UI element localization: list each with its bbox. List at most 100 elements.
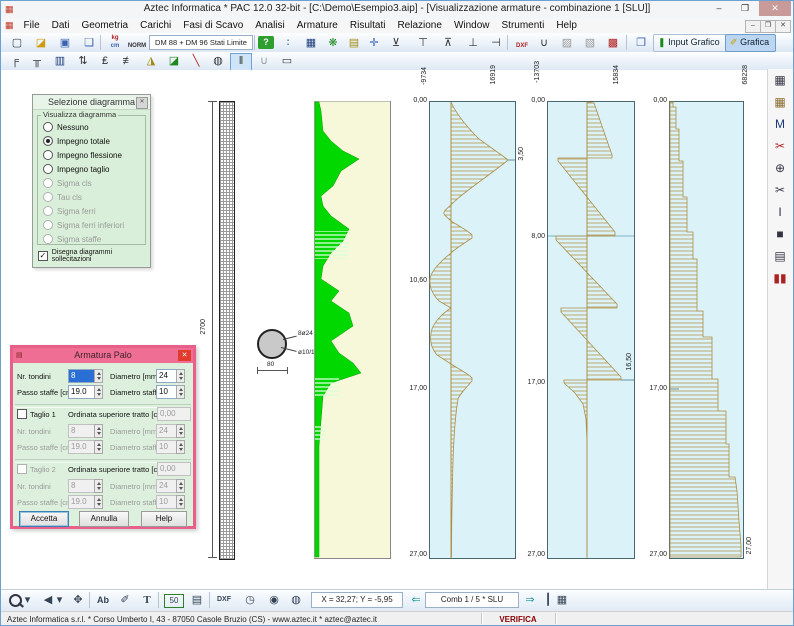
moment-right-icon[interactable]: ≢ [118,53,138,69]
moment-table-icon[interactable]: M [770,115,790,133]
menu-geometria[interactable]: Geometria [75,20,134,31]
radio-impegno-taglio[interactable]: Impegno taglio [43,164,109,174]
pile-top-icon[interactable]: ⊤ [413,35,433,51]
preview-icon[interactable]: ◉ [265,592,283,608]
menu-armature[interactable]: Armature [291,20,344,31]
analysis-help-icon[interactable]: ? [258,36,274,49]
open-file-icon[interactable]: ◪ [31,35,51,51]
u-section-icon[interactable]: ∪ [534,35,554,51]
copy-icon[interactable]: ❏ [79,35,99,51]
diametro-field[interactable]: 24 [156,369,178,383]
passo-staffe-field[interactable]: 19.0 [68,385,96,399]
radio-nessuno[interactable]: Nessuno [43,122,89,132]
web-icon[interactable]: ◍ [287,592,305,608]
annulla-button[interactable]: Annulla [79,511,129,527]
next-combination-icon[interactable]: ⇒ [521,592,539,608]
fill-disabled-icon[interactable]: ■ [770,225,790,243]
menu-help[interactable]: Help [550,20,583,31]
displacement-icon[interactable]: ◪ [164,53,184,69]
stamp-disabled-icon[interactable]: ▤ [770,247,790,265]
pile-points-icon[interactable]: ∶ [278,35,298,51]
moment-left-icon[interactable]: ₤ [95,53,115,69]
hatch-soil-icon[interactable]: ▧ [580,35,600,51]
radio-impegno-flessione[interactable]: Impegno flessione [43,150,122,160]
nr-tondini-field[interactable]: 8 [68,369,96,383]
dxf-export-icon[interactable]: DXF [215,592,233,608]
move-center-icon[interactable]: ⊕ [770,159,790,177]
menu-fasi-di-scavo[interactable]: Fasi di Scavo [177,20,249,31]
soil-pressure-icon[interactable]: ◮ [141,53,161,69]
hatch-delete-icon[interactable]: ▩ [603,35,623,51]
table-grid-icon[interactable]: ▦ [770,71,790,89]
menu-carichi[interactable]: Carichi [134,20,177,31]
circle-section-icon[interactable]: ◍ [208,53,228,69]
pile-elevation-icon[interactable]: ╥ [27,53,47,69]
text-cursor-icon[interactable]: I [770,203,790,221]
colorbars-icon[interactable]: ▮▮ [770,269,790,287]
table-view-icon[interactable]: ▦ [553,592,571,608]
nr-tondini-stepper[interactable] [94,369,103,383]
mdi-minimize-button[interactable]: – [745,20,761,33]
radio-impegno-totale[interactable]: Impegno totale [43,136,110,146]
cut-section-icon[interactable]: ✂ [770,137,790,155]
pan-hand-icon[interactable]: ✥ [69,592,87,608]
panel-close-icon[interactable]: ✕ [136,97,148,109]
taglio1-checkbox[interactable] [17,409,27,419]
input-grafico-button[interactable]: ❚ Input Grafico [653,34,727,52]
soil-layers-icon[interactable]: ▤ [344,35,364,51]
edit-grid-icon[interactable]: ▦ [770,93,790,111]
zoom-icon[interactable] [9,594,22,607]
pile-base-icon[interactable]: ⊥ [463,35,483,51]
history-icon[interactable]: ◷ [241,592,259,608]
combination-selector[interactable]: Comb 1 / 5 * SLU [425,592,519,608]
menu-analisi[interactable]: Analisi [249,20,290,31]
hatch-section-icon[interactable]: ▨ [557,35,577,51]
normative-selector[interactable]: DM 88 + DM 96 Stati Limite [149,35,253,50]
minimize-button[interactable]: – [707,1,731,16]
u-view-icon[interactable]: ∪ [254,53,274,69]
menu-risultati[interactable]: Risultati [344,20,392,31]
maximize-button[interactable]: ❐ [733,1,757,16]
monitor-icon[interactable]: ▭ [277,53,297,69]
cut-disabled-icon[interactable]: ✂ [770,181,790,199]
wall-view-icon[interactable]: ▥ [50,53,70,69]
save-icon[interactable]: ▣ [55,35,75,51]
prev-combination-icon[interactable]: ⇐ [407,592,425,608]
zoom-dropdown-icon[interactable]: ▾ [23,592,32,608]
accetta-button[interactable]: Accetta [19,511,69,527]
brush-icon[interactable]: ✐ [116,592,134,608]
new-file-icon[interactable]: ▢ [7,35,27,51]
dialog-close-icon[interactable]: ✕ [178,350,191,361]
diametro-staffe-field[interactable]: 10 [156,385,178,399]
menu-window[interactable]: Window [448,20,496,31]
help-button[interactable]: Help [141,511,187,527]
close-button[interactable]: ✕ [759,1,791,16]
section-view-icon[interactable]: ╒ [5,53,25,69]
pile-load-icon[interactable]: ⊻ [386,35,406,51]
dialog-title-bar[interactable]: ▤ Armatura Palo ✕ [13,348,193,363]
units-icon[interactable]: kg cm [105,34,125,50]
menu-dati[interactable]: Dati [46,20,76,31]
export-icon[interactable]: ❐ [631,35,651,51]
back-dropdown-icon[interactable]: ▾ [55,592,64,608]
checkbox-disegna-diagrammi[interactable]: ✓ Disegna diagrammi sollecitazioni [38,251,150,261]
reaction-icon[interactable]: ╲ [186,53,206,69]
menu-file[interactable]: File [18,20,46,31]
wall-icon[interactable]: ▦ [301,35,321,51]
diametro-stepper[interactable] [176,369,185,383]
dimension-icon[interactable]: 50 [164,594,184,608]
passo-staffe-stepper[interactable] [94,385,103,399]
ruler-icon[interactable]: ▤ [188,592,206,608]
pile-tie-icon[interactable]: ⊣ [486,35,506,51]
font-abc-icon[interactable]: Ab [94,592,112,608]
menu-strumenti[interactable]: Strumenti [496,20,551,31]
mdi-restore-button[interactable]: ❐ [760,20,776,33]
grafica-button[interactable]: ✐ Grafica [725,34,776,52]
environment-icon[interactable]: ❋ [323,35,343,51]
pile-diagram-icon[interactable]: ‖ [230,53,252,71]
swap-diagram-icon[interactable]: ⇅ [73,53,93,69]
diametro-staffe-stepper[interactable] [176,385,185,399]
menu-relazione[interactable]: Relazione [391,20,447,31]
text-tool-icon[interactable]: T [138,592,156,608]
pile-anchor-icon[interactable]: ⊼ [438,35,458,51]
